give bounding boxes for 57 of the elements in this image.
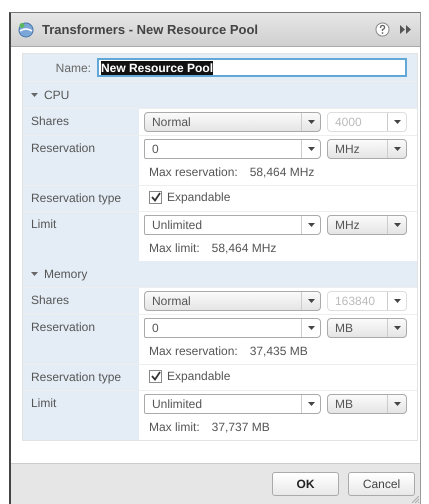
dropdown[interactable]: Normal <box>144 291 321 311</box>
caret-icon <box>308 120 314 124</box>
note-label: Max limit: <box>149 420 200 434</box>
combo-box[interactable]: 0 <box>144 318 321 338</box>
caret-icon <box>394 147 400 151</box>
dropdown[interactable]: Normal <box>144 112 321 132</box>
caret-icon <box>308 402 314 406</box>
caret-icon <box>308 326 314 330</box>
expand-icon[interactable] <box>400 25 412 34</box>
caret-icon <box>394 120 400 124</box>
section-header[interactable]: Memory <box>23 261 417 287</box>
note-value: 58,464 MHz <box>212 241 276 255</box>
field-label: Limit <box>23 391 139 440</box>
field-label: Shares <box>23 109 139 135</box>
caret-icon <box>394 326 400 330</box>
caret-icon <box>308 147 314 151</box>
resize-grip-icon[interactable] <box>412 496 419 503</box>
unit-dropdown[interactable]: MHz <box>327 139 407 159</box>
caret-icon <box>394 223 400 227</box>
checkbox-label: Expandable <box>167 190 230 204</box>
help-icon[interactable] <box>375 22 390 37</box>
collapse-triangle-icon <box>31 271 38 277</box>
checkmark-icon <box>150 371 160 381</box>
cancel-button[interactable]: Cancel <box>348 472 415 496</box>
combo-box[interactable]: Unlimited <box>144 215 321 235</box>
caret-icon <box>394 402 400 406</box>
name-label: Name: <box>54 60 92 74</box>
caret-icon <box>394 299 400 303</box>
unit-dropdown[interactable]: MHz <box>327 215 407 235</box>
note-value: 37,737 MB <box>212 420 270 434</box>
caret-icon <box>308 223 314 227</box>
checkbox[interactable] <box>149 190 162 204</box>
checkbox[interactable] <box>149 370 162 382</box>
unit-dropdown[interactable]: MB <box>327 394 407 414</box>
collapse-triangle-icon <box>31 92 38 98</box>
checkbox-label: Expandable <box>167 369 230 383</box>
caret-icon <box>308 299 314 303</box>
note-value: 37,435 MB <box>250 344 308 358</box>
checkmark-icon <box>150 192 160 202</box>
field-label: Reservation <box>23 136 139 185</box>
note-value: 58,464 MHz <box>250 165 314 179</box>
window-title: Transformers - New Resource Pool <box>42 22 258 37</box>
section-header[interactable]: CPU <box>23 82 417 108</box>
unit-dropdown[interactable]: MB <box>327 318 407 338</box>
field-label: Shares <box>23 288 139 314</box>
note-label: Max reservation: <box>149 344 238 358</box>
field-label: Reservation type <box>23 365 139 390</box>
field-label: Reservation type <box>23 186 139 211</box>
field-label: Reservation <box>23 315 139 364</box>
note-label: Max reservation: <box>149 165 238 179</box>
combo-box[interactable]: Unlimited <box>144 394 321 414</box>
pool-icon <box>18 22 34 38</box>
ok-button[interactable]: OK <box>272 472 339 496</box>
field-label: Limit <box>23 212 139 261</box>
combo-box[interactable]: 0 <box>144 139 321 159</box>
name-field[interactable]: New Resource Pool <box>97 58 407 77</box>
note-label: Max limit: <box>149 241 200 255</box>
